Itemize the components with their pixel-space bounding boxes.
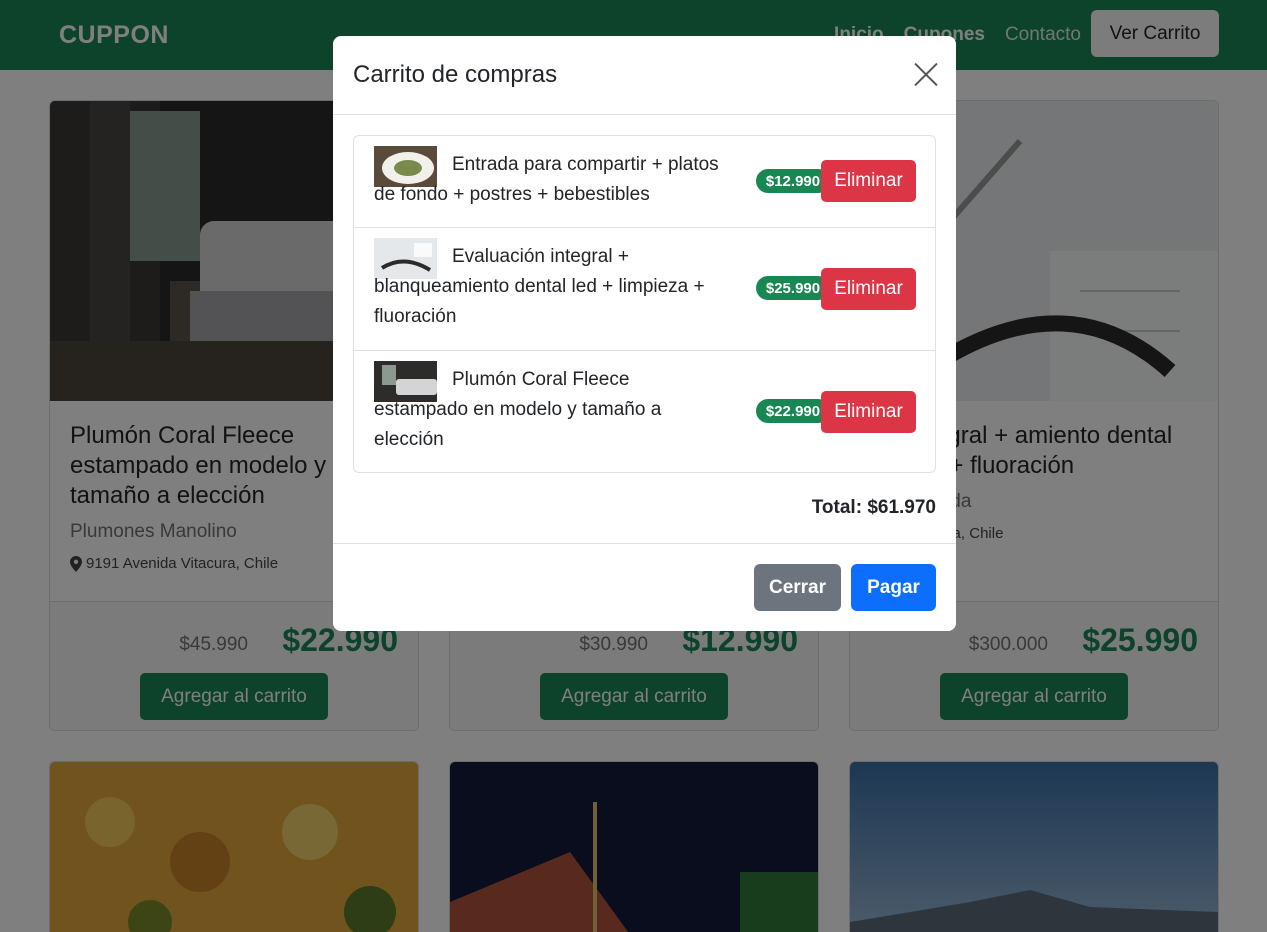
cart-item: Plumón Coral Fleece estampado en modelo … bbox=[354, 351, 935, 472]
remove-item-button[interactable]: Eliminar bbox=[821, 160, 916, 202]
remove-item-button[interactable]: Eliminar bbox=[821, 391, 916, 433]
modal-header: Carrito de compras bbox=[333, 36, 956, 115]
item-line: blanqueamiento dental led + limpieza + bbox=[374, 276, 705, 297]
cart-modal: Carrito de compras Entrada para comparti… bbox=[333, 36, 956, 631]
cart-item: Entrada para compartir + platos de fondo… bbox=[354, 136, 935, 228]
item-line: Evaluación integral + bbox=[452, 246, 629, 267]
item-line: elección bbox=[374, 429, 444, 450]
price-badge: $25.990 bbox=[756, 276, 830, 300]
price-badge: $12.990 bbox=[756, 169, 830, 193]
item-description: Entrada para compartir + platos de fondo… bbox=[374, 150, 739, 210]
cart-total: Total: $61.970 bbox=[811, 497, 936, 518]
item-line: fluoración bbox=[374, 306, 457, 327]
close-button[interactable]: Cerrar bbox=[754, 564, 841, 611]
modal-title: Carrito de compras bbox=[353, 61, 558, 88]
cart-list: Entrada para compartir + platos de fondo… bbox=[353, 135, 936, 473]
item-line: estampado en modelo y tamaño a bbox=[374, 399, 662, 420]
item-line: Entrada para compartir + platos bbox=[452, 154, 719, 175]
modal-footer: Cerrar Pagar bbox=[333, 543, 956, 631]
close-icon[interactable] bbox=[913, 62, 939, 88]
item-line: Plumón Coral Fleece bbox=[452, 369, 630, 390]
item-line: de fondo + postres + bebestibles bbox=[374, 184, 650, 205]
price-badge: $22.990 bbox=[756, 399, 830, 423]
cart-item: Evaluación integral + blanqueamiento den… bbox=[354, 228, 935, 351]
remove-item-button[interactable]: Eliminar bbox=[821, 268, 916, 310]
item-description: Evaluación integral + blanqueamiento den… bbox=[374, 242, 739, 332]
item-description: Plumón Coral Fleece estampado en modelo … bbox=[374, 365, 739, 455]
pay-button[interactable]: Pagar bbox=[851, 564, 936, 611]
